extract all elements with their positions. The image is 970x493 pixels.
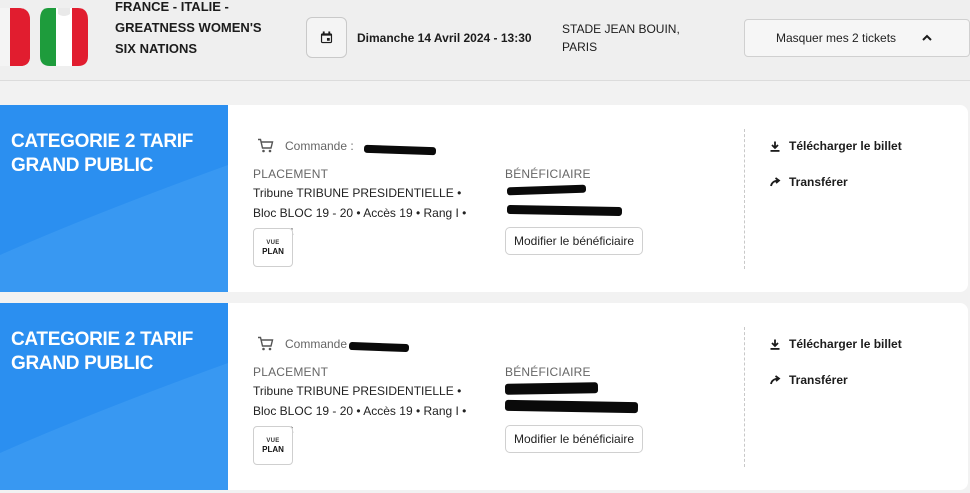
order-label: Commande : [285, 138, 354, 153]
modify-beneficiary-button[interactable]: Modifier le bénéficiaire [505, 227, 643, 255]
vue-plan-button[interactable]: VUE PLAN [253, 228, 293, 267]
vue-plan-line2: PLAN [262, 445, 284, 454]
chevron-up-icon [922, 34, 932, 41]
cart-icon [258, 138, 274, 153]
event-title: FRANCE - ITALIE - GREATNESS WOMEN'S SIX … [115, 0, 262, 56]
transfer-button[interactable]: Transférer [769, 373, 848, 387]
calendar-icon [320, 31, 333, 44]
ticket-card: CATEGORIE 2 TARIF GRAND PUBLIC Commande … [0, 105, 968, 292]
actions-divider [744, 327, 745, 467]
redacted-beneficiary-email [506, 204, 623, 217]
event-venue: STADE JEAN BOUIN, PARIS [562, 22, 680, 54]
beneficiary-heading: BÉNÉFICIAIRE [505, 167, 591, 181]
modify-beneficiary-button[interactable]: Modifier le bénéficiaire [505, 425, 643, 453]
download-icon [770, 141, 780, 152]
placement-heading: PLACEMENT [253, 167, 329, 181]
redacted-beneficiary-name [506, 184, 587, 196]
order-row: Commande [257, 336, 347, 351]
download-ticket-button[interactable]: Télécharger le billet [769, 337, 902, 351]
vue-plan-line1: VUE [266, 438, 280, 444]
download-ticket-label: Télécharger le billet [789, 139, 902, 153]
actions-divider [744, 129, 745, 269]
redacted-beneficiary-name [504, 382, 599, 395]
transfer-button[interactable]: Transférer [769, 175, 848, 189]
ticket-card: CATEGORIE 2 TARIF GRAND PUBLIC Commande … [0, 303, 968, 490]
transfer-arrow-icon [769, 177, 780, 187]
hide-tickets-button[interactable]: Masquer mes 2 tickets [744, 19, 970, 57]
download-icon [770, 339, 780, 350]
placement-heading: PLACEMENT [253, 365, 329, 379]
download-ticket-button[interactable]: Télécharger le billet [769, 139, 902, 153]
vue-plan-line2: PLAN [262, 247, 284, 256]
cart-icon [258, 336, 274, 351]
team-flags-logo [0, 8, 88, 66]
transfer-label: Transférer [789, 373, 848, 387]
download-ticket-label: Télécharger le billet [789, 337, 902, 351]
transfer-label: Transférer [789, 175, 848, 189]
category-label: CATEGORIE 2 TARIF GRAND PUBLIC [11, 329, 194, 374]
calendar-button[interactable] [306, 17, 347, 58]
beneficiary-heading: BÉNÉFICIAIRE [505, 365, 591, 379]
transfer-arrow-icon [769, 375, 780, 385]
redacted-order-number [363, 144, 437, 156]
vue-plan-line1: VUE [266, 240, 280, 246]
category-panel: CATEGORIE 2 TARIF GRAND PUBLIC [0, 303, 228, 490]
order-label: Commande [285, 336, 348, 351]
vue-plan-button[interactable]: VUE PLAN [253, 426, 293, 465]
order-row: Commande : [257, 138, 354, 153]
category-panel: CATEGORIE 2 TARIF GRAND PUBLIC [0, 105, 228, 292]
redacted-order-number [348, 341, 410, 353]
event-date: Dimanche 14 Avril 2024 - 13:30 [357, 31, 532, 45]
hide-tickets-label: Masquer mes 2 tickets [776, 31, 897, 45]
event-header: FRANCE - ITALIE - GREATNESS WOMEN'S SIX … [0, 0, 970, 81]
category-label: CATEGORIE 2 TARIF GRAND PUBLIC [11, 131, 194, 176]
redacted-beneficiary-email [504, 399, 639, 414]
